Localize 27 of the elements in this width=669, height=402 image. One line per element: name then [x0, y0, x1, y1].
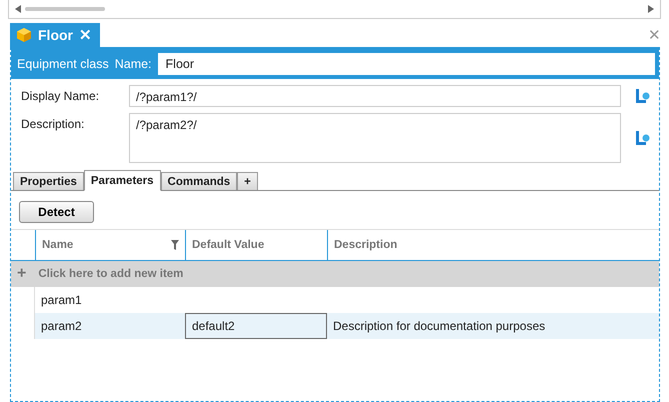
- column-header[interactable]: Description: [327, 230, 659, 260]
- column-header[interactable]: Name: [35, 230, 185, 260]
- add-item-label: Click here to add new item: [38, 268, 184, 280]
- field-label: Description:: [21, 116, 86, 133]
- detect-button[interactable]: Detect: [19, 201, 94, 223]
- table-cell: default2: [185, 313, 327, 339]
- scroll-right-icon[interactable]: [648, 5, 654, 13]
- localize-icon[interactable]: [634, 88, 650, 104]
- class-label: Equipment class: [17, 57, 109, 71]
- name-label: Name:: [114, 57, 152, 71]
- scroll-left-icon[interactable]: [15, 5, 21, 13]
- tab[interactable]: Properties: [13, 172, 84, 190]
- table-cell: param2: [35, 313, 185, 339]
- name-field[interactable]: Floor: [158, 53, 655, 75]
- column-header[interactable]: Default Value: [185, 230, 327, 260]
- text-field[interactable]: /?param2?/: [129, 113, 621, 163]
- table-cell: Description for documentation purposes: [327, 313, 659, 339]
- tab[interactable]: Commands: [160, 172, 238, 190]
- text-field[interactable]: /?param1?/: [129, 85, 621, 107]
- localize-icon[interactable]: [634, 130, 650, 146]
- tab[interactable]: Parameters: [84, 170, 161, 191]
- field-label: Display Name:: [21, 88, 100, 105]
- plus-icon: +: [17, 265, 26, 283]
- tab[interactable]: +: [237, 172, 258, 190]
- cube-icon: [16, 27, 32, 43]
- filter-icon[interactable]: [171, 240, 179, 250]
- scrollbar-thumb[interactable]: [25, 7, 105, 11]
